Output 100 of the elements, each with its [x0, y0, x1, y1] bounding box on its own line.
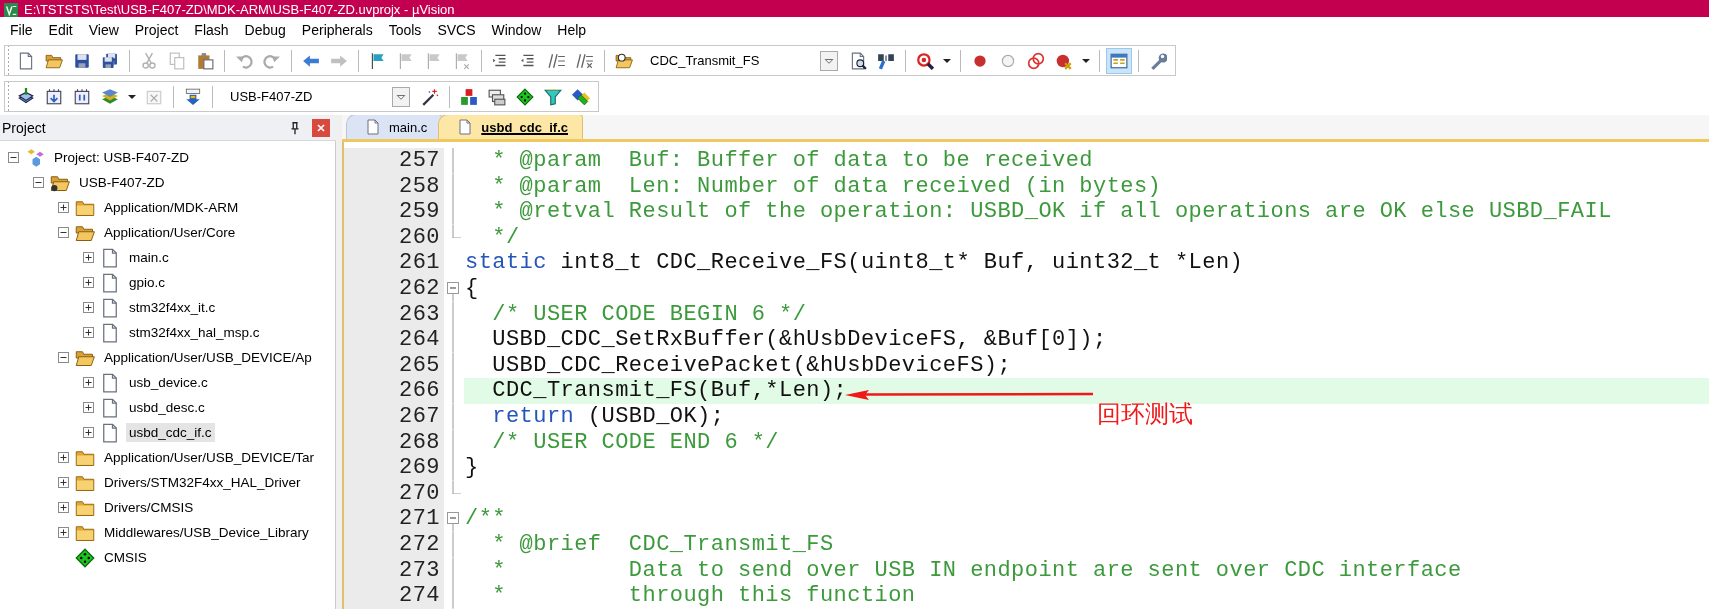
tree-item[interactable]: Middlewares/USB_Device_Library: [101, 523, 312, 542]
menu-item[interactable]: View: [80, 19, 127, 41]
expand-toggle[interactable]: [58, 227, 69, 238]
file-icon: [17, 51, 35, 70]
line-number: 258: [344, 173, 444, 200]
magic-wand-icon: [421, 87, 439, 106]
file-icon: [457, 119, 474, 135]
code-line: /* USER CODE END 6 */: [491, 429, 779, 456]
tree-item[interactable]: Application/MDK-ARM: [101, 198, 242, 217]
tree-item[interactable]: usbd_desc.c: [126, 398, 208, 417]
file-tab[interactable]: usbd_cdc_if.c: [438, 115, 583, 139]
expand-toggle[interactable]: [83, 402, 94, 413]
close-icon: [315, 121, 327, 134]
caret-icon: [128, 94, 136, 99]
tree-item[interactable]: gpio.c: [126, 273, 169, 292]
file-icon: [100, 397, 120, 418]
diamond-icon: [516, 87, 534, 106]
menu-item[interactable]: Tools: [380, 19, 430, 41]
menu-item[interactable]: Edit: [40, 19, 81, 41]
expand-toggle[interactable]: [8, 152, 19, 163]
window-icon: [1110, 51, 1128, 70]
expand-toggle[interactable]: [58, 477, 69, 488]
tree-item[interactable]: main.c: [126, 248, 172, 267]
menu-item[interactable]: Project: [126, 19, 187, 41]
stack-arrow-icon: [17, 87, 35, 106]
file-tab[interactable]: main.c: [346, 115, 443, 139]
expand-toggle[interactable]: [83, 302, 94, 313]
tree-item[interactable]: Drivers/STM32F4xx_HAL_Driver: [101, 473, 304, 492]
scissors-icon: [140, 51, 158, 70]
line-number: 257: [344, 148, 444, 174]
line-number: 269: [344, 455, 444, 481]
tree-item[interactable]: stm32f4xx_hal_msp.c: [126, 323, 263, 342]
code-line: {: [464, 275, 479, 302]
diamonds-icon: [572, 87, 590, 106]
menu-item[interactable]: Peripherals: [293, 19, 381, 41]
panel-title: Project: [2, 119, 47, 136]
line-number: 262: [344, 275, 444, 302]
line-number: 270: [344, 480, 444, 507]
expand-toggle[interactable]: [58, 452, 69, 463]
expand-toggle[interactable]: [83, 327, 94, 338]
code-line: return (USBD_OK);: [491, 403, 725, 430]
tree-item[interactable]: CMSIS: [101, 548, 150, 567]
code-line: * @param Len: Number of data received (in bytes): [491, 173, 1162, 200]
tree-item[interactable]: usbd_cdc_if.c: [126, 423, 215, 442]
tree-item[interactable]: usb_device.c: [126, 373, 211, 392]
code-line: * Data to send over USB IN endpoint are sent over CDC interface: [491, 557, 1462, 584]
expand-toggle[interactable]: [58, 352, 69, 363]
expand-toggle[interactable]: [58, 202, 69, 213]
circles-icon: [1027, 51, 1045, 70]
fold-toggle[interactable]: [447, 512, 459, 532]
menu-item[interactable]: SVCS: [429, 19, 484, 41]
menu-item[interactable]: Help: [549, 19, 595, 41]
window-layout-button[interactable]: [1106, 47, 1132, 74]
binoculars-icon: [877, 51, 895, 70]
clipboard-icon: [196, 51, 214, 70]
diamond-icon: [75, 547, 95, 568]
line-number: 268: [344, 429, 444, 456]
expand-toggle[interactable]: [83, 277, 94, 288]
blocks-icon: [460, 87, 478, 106]
menu-item[interactable]: Debug: [236, 19, 294, 41]
code-line: * @retval Result of the operation: USBD_OK if all operations are OK else USBD_FAIL: [491, 199, 1612, 225]
tree-item[interactable]: USB-F407-ZD: [76, 173, 168, 192]
file-icon: [100, 247, 120, 268]
line-number: 274: [344, 583, 444, 609]
folder-search-icon: [615, 51, 633, 70]
code-line: CDC_Transmit_FS(Buf,*Len);: [491, 378, 848, 404]
caret-icon: [1082, 58, 1090, 63]
tree-item[interactable]: stm32f4xx_it.c: [126, 298, 219, 317]
code-line: * @brief CDC_Transmit_FS: [491, 531, 834, 558]
fold-toggle[interactable]: [447, 281, 459, 302]
file-icon: [100, 322, 120, 343]
menu-item[interactable]: Flash: [186, 19, 237, 41]
caret-icon: [943, 58, 951, 63]
code-line: /* USER CODE BEGIN 6 */: [491, 301, 807, 328]
expand-toggle[interactable]: [83, 427, 94, 438]
file-icon: [100, 297, 120, 318]
expand-toggle[interactable]: [83, 252, 94, 263]
tree-item[interactable]: Application/User/USB_DEVICE/Tar: [101, 448, 318, 467]
tree-item[interactable]: Application/User/USB_DEVICE/Ap: [101, 348, 315, 367]
code-line: /**: [464, 506, 506, 532]
menu-item[interactable]: Window: [483, 19, 550, 41]
expand-toggle[interactable]: [83, 377, 94, 388]
close-button[interactable]: [312, 118, 330, 137]
code-line: * @param Buf: Buffer of data to be received: [491, 148, 1093, 174]
build-icon: [45, 87, 63, 106]
file-icon: [100, 272, 120, 293]
menu-item[interactable]: File: [2, 19, 41, 41]
tree-item[interactable]: Drivers/CMSIS: [101, 498, 197, 517]
tree-item[interactable]: Project: USB-F407-ZD: [51, 148, 193, 167]
tree-item[interactable]: Application/User/Core: [101, 223, 239, 242]
wrench-icon: [1149, 51, 1167, 70]
document-search-icon: [849, 51, 867, 70]
expand-toggle[interactable]: [33, 177, 44, 188]
expand-toggle[interactable]: [58, 502, 69, 513]
file-icon: [100, 422, 120, 443]
magnifier-icon: [916, 51, 934, 70]
expand-toggle[interactable]: [58, 527, 69, 538]
code-line: }: [464, 455, 479, 481]
rebuild-icon: [73, 87, 91, 106]
line-number: 261: [344, 250, 444, 276]
